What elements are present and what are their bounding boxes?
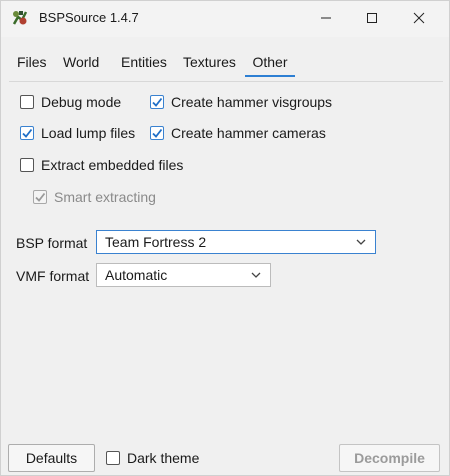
tab-bar: Files World Entities Textures Other [9, 49, 443, 82]
bsp-format-select[interactable]: Team Fortress 2 [96, 230, 376, 254]
bsp-format-value: Team Fortress 2 [105, 234, 207, 250]
smart-extracting-checkbox: Smart extracting [33, 187, 156, 207]
maximize-icon [367, 13, 377, 23]
defaults-button[interactable]: Defaults [8, 444, 95, 472]
debug-mode-label: Debug mode [41, 94, 122, 110]
tab-other[interactable]: Other [245, 49, 295, 77]
maximize-button[interactable] [349, 1, 395, 35]
extract-embedded-files-label: Extract embedded files [41, 157, 184, 173]
load-lump-files-checkbox[interactable]: Load lump files [20, 123, 135, 143]
checkmark-icon [152, 97, 163, 107]
checkmark-icon [152, 128, 163, 138]
smart-extracting-label: Smart extracting [54, 189, 156, 205]
create-hammer-visgroups-label: Create hammer visgroups [171, 94, 333, 110]
create-hammer-visgroups-checkbox[interactable]: Create hammer visgroups [150, 92, 332, 112]
dark-theme-box[interactable] [106, 451, 120, 465]
load-lump-files-box[interactable] [20, 126, 34, 140]
bspsource-app-icon [11, 9, 29, 27]
dark-theme-checkbox[interactable]: Dark theme [106, 448, 199, 468]
close-icon [413, 12, 425, 24]
vmf-format-label: VMF format [16, 268, 90, 284]
checkmark-icon [22, 128, 33, 138]
extract-embedded-files-box[interactable] [20, 158, 34, 172]
create-hammer-cameras-label: Create hammer cameras [171, 125, 326, 141]
vmf-format-value: Automatic [105, 267, 168, 283]
dark-theme-label: Dark theme [127, 450, 200, 466]
tab-files[interactable]: Files [13, 49, 51, 77]
chevron-down-icon [356, 239, 366, 245]
debug-mode-box[interactable] [20, 95, 34, 109]
minimize-button[interactable] [303, 1, 349, 35]
tab-textures[interactable]: Textures [179, 49, 240, 77]
load-lump-files-label: Load lump files [41, 125, 136, 141]
create-hammer-visgroups-box[interactable] [150, 95, 164, 109]
smart-extracting-box [33, 190, 47, 204]
tab-world[interactable]: World [59, 49, 103, 77]
extract-embedded-files-checkbox[interactable]: Extract embedded files [20, 155, 183, 175]
create-hammer-cameras-checkbox[interactable]: Create hammer cameras [150, 123, 326, 143]
create-hammer-cameras-box[interactable] [150, 126, 164, 140]
vmf-format-select[interactable]: Automatic [96, 263, 271, 287]
bsp-format-label: BSP format [16, 235, 88, 251]
checkmark-icon [35, 192, 46, 202]
debug-mode-checkbox[interactable]: Debug mode [20, 92, 121, 112]
window-title: BSPSource 1.4.7 [39, 10, 139, 25]
close-button[interactable] [396, 1, 442, 35]
app-window: BSPSource 1.4.7 Files World Entities Tex… [0, 0, 450, 476]
title-bar[interactable]: BSPSource 1.4.7 [1, 1, 449, 37]
minimize-icon [321, 17, 331, 19]
chevron-down-icon [251, 272, 261, 278]
decompile-button: Decompile [339, 444, 440, 472]
tab-entities[interactable]: Entities [117, 49, 171, 77]
